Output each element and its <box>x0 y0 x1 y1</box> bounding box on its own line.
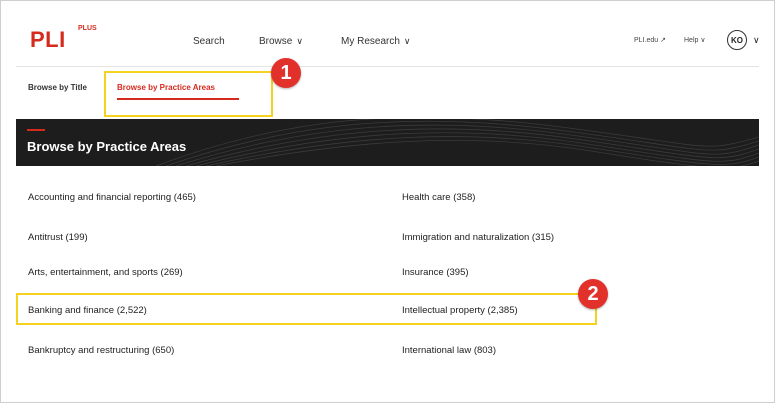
practice-area-link[interactable]: Arts, entertainment, and sports (269) <box>28 267 183 278</box>
banner-accent-bar <box>27 129 45 131</box>
pli-edu-link[interactable]: PLI.edu ↗ <box>634 36 667 45</box>
nav-search[interactable]: Search <box>193 36 225 47</box>
nav-browse[interactable]: Browse ∨ <box>259 36 303 47</box>
practice-area-link[interactable]: Insurance (395) <box>402 267 469 278</box>
nav-browse-label: Browse <box>259 36 293 47</box>
nav-my-research[interactable]: My Research ∨ <box>341 36 411 47</box>
practice-area-link[interactable]: Antitrust (199) <box>28 232 88 243</box>
highlight-box-1 <box>104 71 273 117</box>
practice-area-link[interactable]: Bankruptcy and restructuring (650) <box>28 345 174 356</box>
header-divider <box>16 66 759 67</box>
page-banner: Browse by Practice Areas <box>16 119 759 166</box>
page-title: Browse by Practice Areas <box>27 139 187 154</box>
chevron-down-icon[interactable]: ∨ <box>753 35 760 46</box>
chevron-down-icon: ∨ <box>296 36 303 46</box>
callout-badge-2: 2 <box>578 279 608 309</box>
chevron-down-icon: ∨ <box>700 37 706 44</box>
help-menu[interactable]: Help ∨ <box>684 36 706 45</box>
practice-area-link[interactable]: Health care (358) <box>402 192 475 203</box>
external-link-icon: ↗ <box>660 37 667 44</box>
highlight-box-2 <box>16 293 597 325</box>
nav-search-label: Search <box>193 36 225 47</box>
callout-badge-1: 1 <box>271 58 301 88</box>
practice-area-link[interactable]: Immigration and naturalization (315) <box>402 232 554 243</box>
help-label: Help <box>684 36 699 44</box>
pli-edu-label: PLI.edu <box>634 36 659 44</box>
logo-plus-label: PLUS <box>78 25 97 32</box>
pli-logo[interactable]: PLI <box>30 27 66 53</box>
practice-area-link[interactable]: Accounting and financial reporting (465) <box>28 192 196 203</box>
practice-area-link[interactable]: International law (803) <box>402 345 496 356</box>
nav-my-research-label: My Research <box>341 36 400 47</box>
avatar[interactable]: KO <box>727 30 747 50</box>
chevron-down-icon: ∨ <box>403 36 411 46</box>
tab-browse-by-title[interactable]: Browse by Title <box>28 83 87 92</box>
